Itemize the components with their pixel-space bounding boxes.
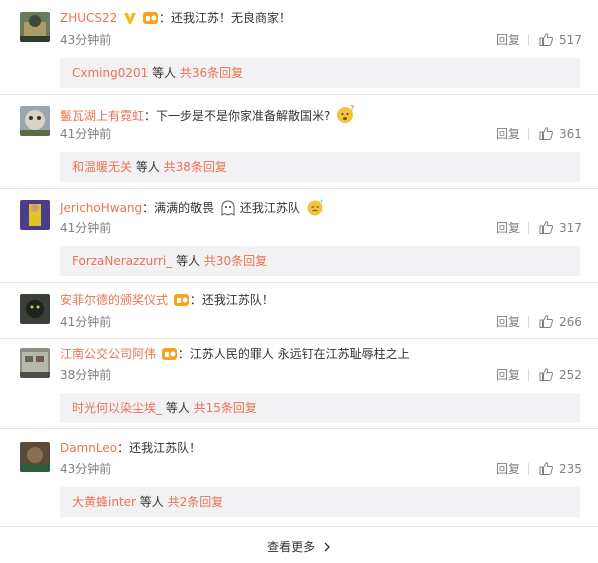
sub-reply-count[interactable]: 共2条回复 — [168, 495, 224, 509]
reply-button[interactable]: 回复 — [496, 368, 520, 382]
like-count: 252 — [559, 368, 582, 382]
comment-text: ：满满的敬畏 — [142, 201, 215, 215]
sub-reply-user[interactable]: 大黄蜂inter — [72, 495, 136, 509]
like-count: 266 — [559, 315, 582, 329]
sub-replies-box[interactable]: 大黄蜂inter 等人 共2条回复 — [60, 487, 580, 517]
comment-divider — [0, 526, 598, 527]
comment-line: 安菲尔德的颁奖仪式 ：还我江苏队！ — [60, 292, 274, 311]
avatar[interactable] — [20, 294, 50, 324]
sub-reply-count[interactable]: 共38条回复 — [164, 160, 227, 174]
action-divider — [528, 316, 529, 328]
action-divider — [528, 34, 529, 46]
comment-time: 43分钟前 — [60, 33, 112, 47]
question-emoji-icon: ? — [336, 104, 356, 128]
sub-reply-user[interactable]: ForzaNerazzurri_ — [72, 254, 172, 268]
comment-divider — [0, 338, 598, 339]
avatar[interactable] — [20, 12, 50, 42]
comment-time: 41分钟前 — [60, 315, 112, 329]
avatar[interactable] — [20, 200, 50, 230]
svg-text:?: ? — [350, 104, 354, 113]
comment-text: ：还我江苏队！ — [189, 293, 274, 307]
reply-button[interactable]: 回复 — [496, 221, 520, 235]
sub-reply-count[interactable]: 共30条回复 — [204, 254, 267, 268]
chevron-right-icon — [324, 542, 330, 552]
thumbs-up-icon — [539, 462, 553, 475]
username[interactable]: ZHUCS22 — [60, 11, 117, 25]
comment-time: 38分钟前 — [60, 368, 112, 382]
like-button[interactable]: 252 — [539, 368, 582, 382]
sweat-emoji-icon — [306, 198, 326, 220]
like-button[interactable]: 266 — [539, 315, 582, 329]
comment-divider — [0, 282, 598, 283]
sub-replies-box[interactable]: ForzaNerazzurri_ 等人 共30条回复 — [60, 246, 580, 276]
username[interactable]: DamnLeo — [60, 441, 117, 455]
like-button[interactable]: 517 — [539, 33, 582, 47]
like-button[interactable]: 317 — [539, 221, 582, 235]
sub-reply-mid: 等人 — [172, 254, 204, 268]
action-divider — [528, 128, 529, 140]
comment-time: 41分钟前 — [60, 221, 112, 235]
vip-badge-icon[interactable] — [123, 11, 137, 29]
fan-badge-icon[interactable] — [142, 11, 159, 29]
comment-text: ：还我江苏！无良商家！ — [158, 11, 291, 25]
sub-replies-box[interactable]: 和温暖无关 等人 共38条回复 — [60, 152, 580, 182]
action-divider — [528, 463, 529, 475]
avatar[interactable] — [20, 106, 50, 136]
sub-reply-user[interactable]: Cxming0201 — [72, 66, 148, 80]
username[interactable]: 江南公交公司阿伟 — [60, 347, 156, 361]
thumbs-up-icon — [539, 221, 553, 234]
sub-reply-mid: 等人 — [135, 495, 168, 509]
username[interactable]: 安菲尔德的颁奖仪式 — [60, 293, 168, 307]
avatar[interactable] — [20, 442, 50, 472]
comment-divider — [0, 94, 598, 95]
sub-reply-mid: 等人 — [148, 66, 180, 80]
thumbs-up-icon — [539, 315, 553, 328]
action-divider — [528, 369, 529, 381]
like-button[interactable]: 235 — [539, 462, 582, 476]
see-more-label: 查看更多 — [267, 540, 316, 554]
like-count: 361 — [559, 127, 582, 141]
comment-line: DamnLeo：还我江苏队！ — [60, 440, 201, 456]
thumbs-up-icon — [539, 127, 553, 140]
like-count: 235 — [559, 462, 582, 476]
sub-reply-user[interactable]: 和温暖无关 — [72, 160, 132, 174]
sub-reply-mid: 等人 — [132, 160, 164, 174]
comment-time: 41分钟前 — [60, 127, 112, 141]
comment-text-2: 还我江苏队 — [236, 201, 300, 215]
comment-line: JerichoHwang：满满的敬畏 还我江苏队 — [60, 198, 326, 220]
ghost-emoji-icon — [220, 200, 236, 220]
reply-button[interactable]: 回复 — [496, 33, 520, 47]
comment-line: 鬣瓦湖上有霓虹：下一步是不是你家准备解散国米? ? — [60, 104, 356, 128]
like-button[interactable]: 361 — [539, 127, 582, 141]
sub-reply-count[interactable]: 共15条回复 — [194, 401, 257, 415]
like-count: 317 — [559, 221, 582, 235]
comment-text: ：江苏人民的罪人 永远钉在江苏耻辱柱之上 — [177, 347, 410, 361]
comment-divider — [0, 188, 598, 189]
sub-reply-user[interactable]: 时光何以染尘埃_ — [72, 401, 162, 415]
reply-button[interactable]: 回复 — [496, 127, 520, 141]
comment-line: ZHUCS22 ：还我江苏！无良商家！ — [60, 10, 291, 29]
fan-badge-icon[interactable] — [173, 293, 190, 311]
reply-button[interactable]: 回复 — [496, 462, 520, 476]
avatar[interactable] — [20, 348, 50, 378]
action-divider — [528, 222, 529, 234]
comment-time: 43分钟前 — [60, 462, 112, 476]
fan-badge-icon[interactable] — [161, 347, 178, 365]
comment-text: ：还我江苏队！ — [117, 441, 202, 455]
thumbs-up-icon — [539, 368, 553, 381]
comment-line: 江南公交公司阿伟 ：江苏人民的罪人 永远钉在江苏耻辱柱之上 — [60, 346, 410, 365]
comment-text: ：下一步是不是你家准备解散国米? — [144, 109, 331, 123]
username[interactable]: 鬣瓦湖上有霓虹 — [60, 109, 144, 123]
username[interactable]: JerichoHwang — [60, 201, 142, 215]
comment-divider — [0, 428, 598, 429]
sub-reply-count[interactable]: 共36条回复 — [180, 66, 243, 80]
sub-reply-mid: 等人 — [162, 401, 194, 415]
sub-replies-box[interactable]: Cxming0201 等人 共36条回复 — [60, 58, 580, 88]
thumbs-up-icon — [539, 33, 553, 46]
like-count: 517 — [559, 33, 582, 47]
see-more-button[interactable]: 查看更多 — [0, 539, 598, 555]
sub-replies-box[interactable]: 时光何以染尘埃_ 等人 共15条回复 — [60, 393, 580, 423]
reply-button[interactable]: 回复 — [496, 315, 520, 329]
